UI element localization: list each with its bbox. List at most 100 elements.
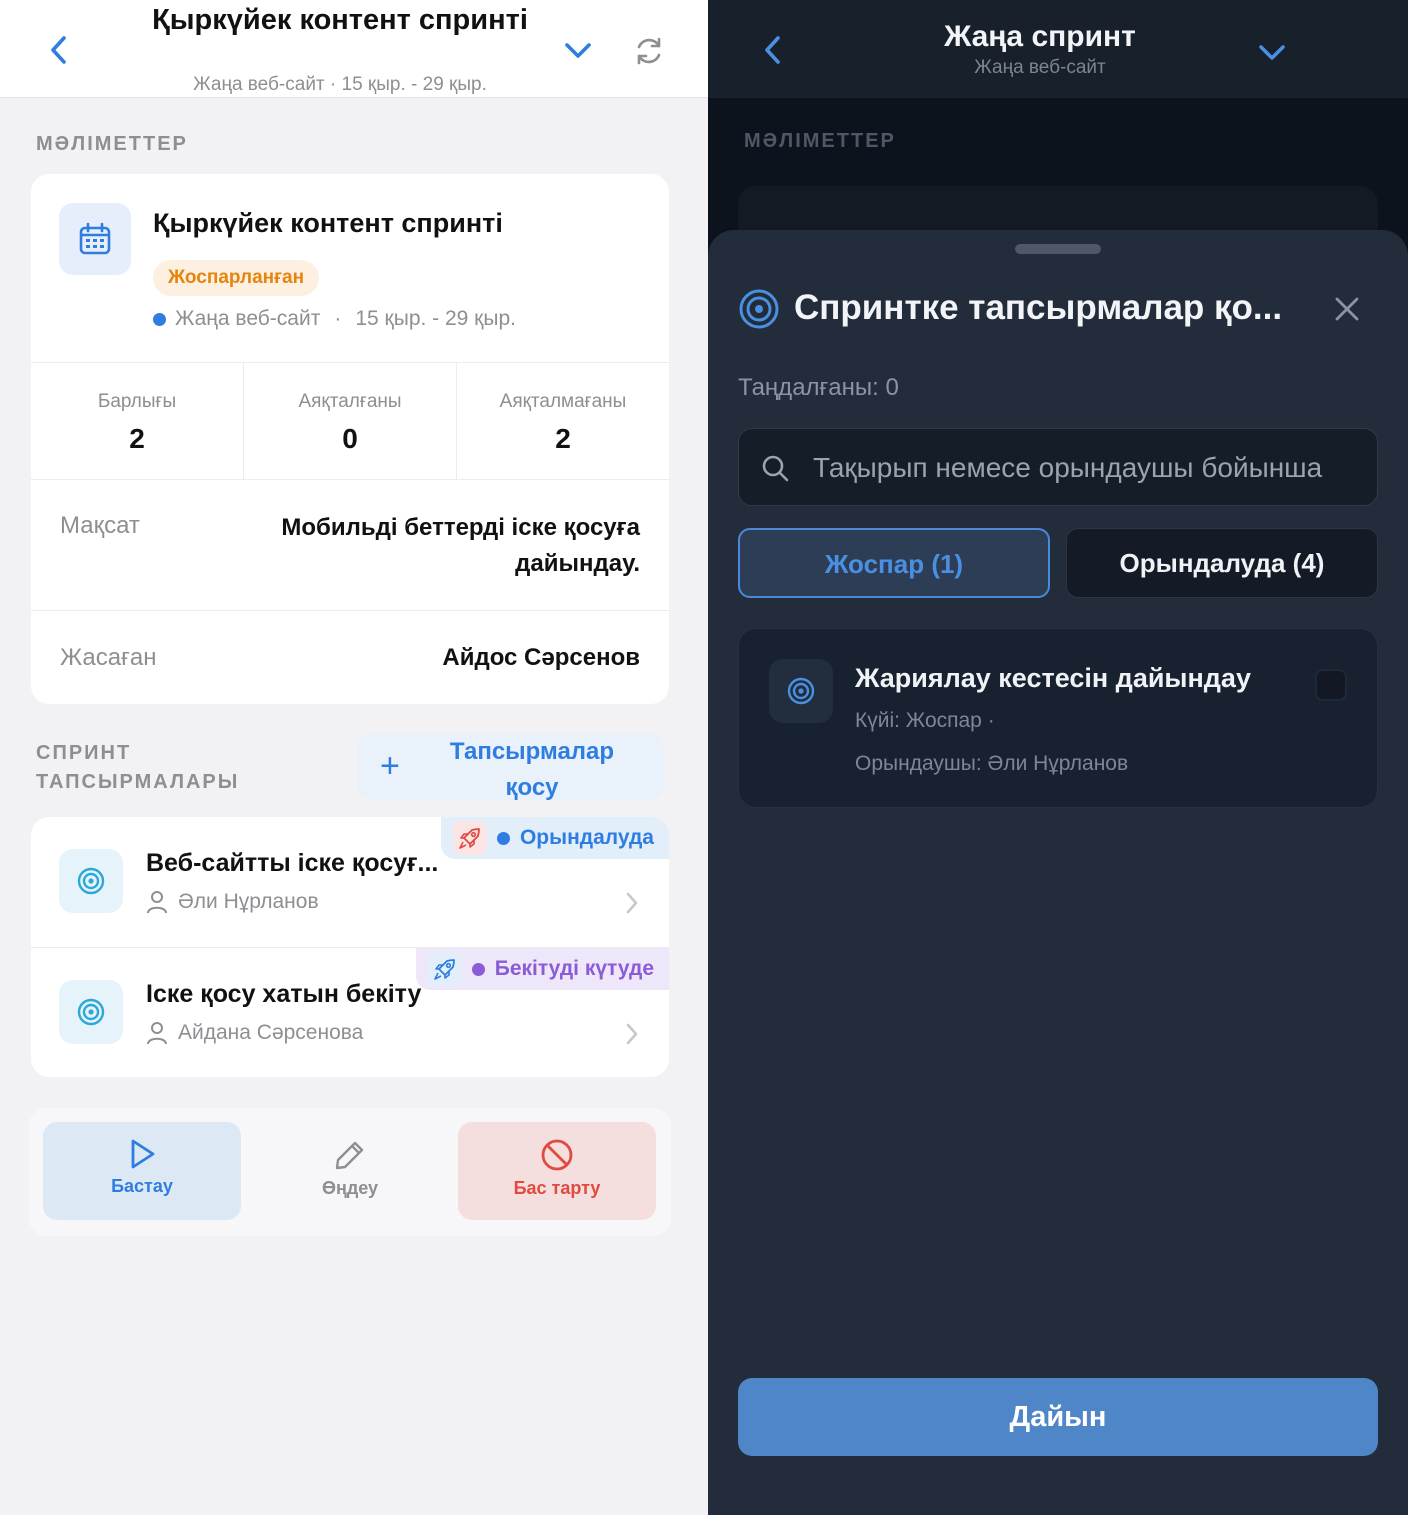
meta-separator: · [334,307,342,330]
new-sprint-screen: Жаңа спринт Жаңа веб-сайт МӘЛІМЕТТЕР Спр… [708,0,1408,1515]
person-icon [147,1022,167,1045]
rocket-icon [452,821,487,855]
details-section-label: МӘЛІМЕТТЕР [744,130,896,152]
back-chevron-icon[interactable] [758,32,788,68]
details-section-label: МӘЛІМЕТТЕР [36,133,188,155]
stat-incomplete: Аяқталмағаны 2 [457,363,669,479]
target-icon [739,289,779,329]
stat-label: Аяқталмағаны [499,391,627,412]
goal-label: Мақсат [60,512,140,539]
edit-button[interactable]: Өңдеу [251,1122,449,1220]
selectable-task-item[interactable]: Жариялау кестесін дайындау Күйі: Жоспар … [738,628,1378,808]
top-bar: Жаңа спринт Жаңа веб-сайт [708,0,1408,98]
divider [31,610,669,611]
sprint-detail-screen: Қыркүйек контент спринті Жаңа веб-сайт ·… [0,0,708,1515]
target-icon [59,849,123,913]
page-subtitle: Жаңа веб-сайт · 15 қыр. - 29 қыр. [193,74,487,95]
task-status-tag: Орындалуда [440,817,669,859]
project-dot-icon [153,312,166,326]
page-subtitle: Жаңа веб-сайт [974,57,1106,78]
selected-count: Таңдалғаны: 0 [738,374,899,401]
status-dot-icon [496,831,510,845]
chevron-down-icon[interactable] [1256,38,1288,68]
target-icon [59,980,123,1044]
actions-bar: Бастау Өңдеу Бас тарту [29,1108,671,1236]
top-bar: Қыркүйек контент спринті Жаңа веб-сайт ·… [0,0,708,98]
search-icon [762,455,789,482]
done-button[interactable]: Дайын [738,1378,1378,1456]
plus-icon: + [380,747,400,785]
task-assignee: Орындаушы: Әли Нұрланов [855,752,1129,775]
sprint-tasks-list: Веб-сайтты іске қосуғ... Әли Нұрланов Ор… [31,817,669,1077]
start-button[interactable]: Бастау [43,1122,241,1220]
tasks-section-label-line: СПРИНТ [36,742,132,764]
task-row[interactable]: Іске қосу хатын бекіту Айдана Сәрсенова … [31,948,669,1077]
creator-label: Жасаған [60,644,157,671]
person-icon [147,891,167,914]
target-icon [769,659,833,723]
close-icon[interactable] [1332,294,1362,324]
add-tasks-label-line: Тапсырмалар [449,738,615,765]
goal-value: Мобильді беттерді іске қосуға дайындау. [281,510,640,582]
task-title: Веб-сайтты іске қосуғ... [146,849,439,877]
sprint-meta: Жаңа веб-сайт · 15 қыр. - 29 қыр. [153,307,516,331]
goal-value-line: Мобильді беттерді іске қосуға [281,514,640,541]
task-status-label: Орындалуда [519,826,654,849]
add-tasks-sheet: Спринтке тапсырмалар қо... Таңдалғаны: 0… [708,230,1408,1515]
rocket-icon [427,952,462,986]
task-assignee: Айдана Сәрсенова [146,1021,363,1045]
stat-total: Барлығы 2 [31,363,244,479]
cancel-label: Бас тарту [513,1178,601,1198]
task-status: Күйі: Жоспар · [855,709,995,732]
creator-value: Айдос Сәрсенов [442,644,640,671]
task-status-label: Бекітуді күтуде [494,957,654,980]
stat-completed: Аяқталғаны 0 [244,363,457,479]
page-title: Жаңа спринт [944,20,1136,53]
back-chevron-icon[interactable] [44,32,74,68]
task-row[interactable]: Веб-сайтты іске қосуғ... Әли Нұрланов Ор… [31,817,669,947]
task-checkbox[interactable] [1315,669,1347,701]
task-title: Іске қосу хатын бекіту [146,980,422,1008]
add-tasks-label: Тапсырмалар қосу [432,734,632,806]
stat-value: 0 [342,423,358,454]
page-title: Қыркүйек контент спринті [152,4,528,36]
stat-value: 2 [555,423,571,454]
assignee-name: Айдана Сәрсенова [178,1021,364,1044]
play-icon [131,1139,155,1169]
add-tasks-button[interactable]: + Тапсырмалар қосу [358,734,664,801]
status-badge: Жоспарланған [153,260,320,296]
stat-label: Аяқталғаны [298,391,402,412]
cancel-sprint-button[interactable]: Бас тарту [458,1122,656,1220]
add-tasks-label-line: қосу [505,774,559,801]
search-placeholder: Тақырып немесе орындаушы бойынша [813,452,1323,483]
stat-label: Барлығы [97,391,177,412]
sprint-title: Қыркүйек контент спринті [153,208,503,238]
goal-value-line: дайындау. [515,550,640,577]
tasks-section-label-line: ТАПСЫРМАЛАРЫ [36,771,240,793]
tab-plan[interactable]: Жоспар (1) [738,528,1050,598]
tab-in-progress[interactable]: Орындалуда (4) [1066,528,1378,598]
prohibited-icon [541,1139,573,1171]
start-label: Бастау [111,1176,173,1196]
calendar-icon [59,203,131,275]
chevron-right-icon [626,1023,638,1045]
tasks-section-label: СПРИНТ ТАПСЫРМАЛАРЫ [36,739,239,797]
task-title: Жариялау кестесін дайындау [855,663,1251,693]
chevron-down-icon[interactable] [562,36,594,66]
edit-label: Өңдеу [321,1178,379,1198]
sprint-info-card: Қыркүйек контент спринті Жоспарланған Жа… [31,174,669,704]
sheet-title: Спринтке тапсырмалар қо... [794,288,1283,327]
refresh-icon[interactable] [632,34,666,68]
assignee-name: Әли Нұрланов [178,890,319,913]
pencil-icon [335,1141,364,1170]
stat-value: 2 [129,423,145,454]
task-status-tag: Бекітуді күтуде [415,948,669,990]
task-assignee: Әли Нұрланов [146,890,319,914]
status-dot-icon [471,962,485,976]
sprint-dates: 15 қыр. - 29 қыр. [355,307,516,330]
project-name: Жаңа веб-сайт [175,307,321,330]
sheet-drag-handle[interactable] [1015,244,1101,254]
chevron-right-icon [626,892,638,914]
stats-row: Барлығы 2 Аяқталғаны 0 Аяқталмағаны 2 [31,362,669,480]
search-input[interactable]: Тақырып немесе орындаушы бойынша [738,428,1378,506]
